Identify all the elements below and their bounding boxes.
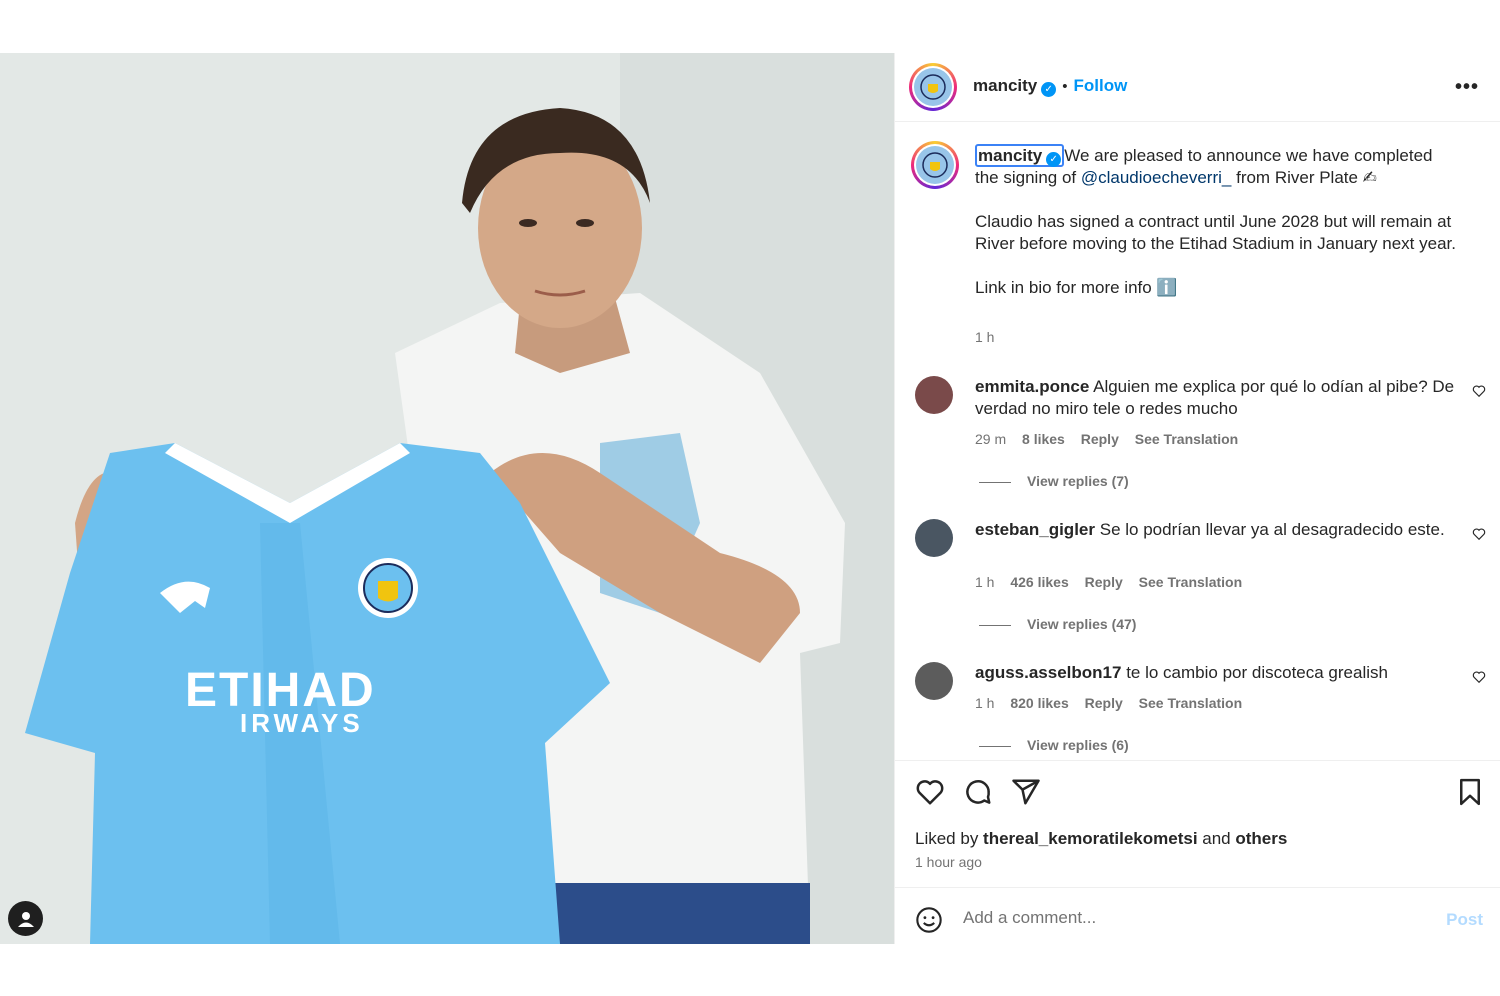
post-header: mancity ✓ • Follow ••• <box>895 53 1500 122</box>
comment-text-block: esteban_gigler Se lo podrían llevar ya a… <box>975 519 1455 541</box>
comment-reply-button[interactable]: Reply <box>1085 695 1123 711</box>
comment-meta: 1 h 426 likes Reply See Translation <box>975 574 1254 590</box>
comment-meta: 1 h 820 likes Reply See Translation <box>975 695 1254 711</box>
caption-avatar[interactable] <box>911 141 959 189</box>
more-options-icon[interactable]: ••• <box>1455 76 1479 99</box>
save-bookmark-icon[interactable] <box>1455 777 1485 807</box>
liked-by-text: Liked by thereal_kemoratilekometsi and o… <box>915 829 1287 849</box>
view-replies-button[interactable]: View replies (47) <box>979 616 1136 632</box>
comment-body: Se lo podrían llevar ya al desagradecido… <box>1099 520 1445 539</box>
comment-time[interactable]: 1 h <box>975 695 994 711</box>
comment-body: te lo cambio por discoteca grealish <box>1126 663 1388 682</box>
liked-by-mid: and <box>1197 829 1236 848</box>
like-comment-heart-icon[interactable] <box>1472 527 1486 541</box>
liked-by-user[interactable]: thereal_kemoratilekometsi <box>983 829 1198 848</box>
add-comment-bar: Post <box>895 887 1500 949</box>
caption-timestamp[interactable]: 1 h <box>975 329 994 345</box>
view-replies-label: View replies (47) <box>1027 616 1137 632</box>
club-crest-icon <box>916 146 954 184</box>
commenter-avatar[interactable] <box>915 376 953 414</box>
view-replies-label: View replies (7) <box>1027 473 1129 489</box>
post-caption: mancity ✓ We are pleased to announce we ha… <box>975 144 1465 299</box>
comment-username[interactable]: esteban_gigler <box>975 520 1095 539</box>
caption-line-1: We are pleased to announce we have compl… <box>1064 146 1433 165</box>
caption-line-2-prefix: the signing of <box>975 168 1081 187</box>
caption-paragraph-2: Claudio has signed a contract until June… <box>975 212 1456 253</box>
like-heart-icon[interactable] <box>915 777 945 807</box>
like-comment-heart-icon[interactable] <box>1472 384 1486 398</box>
commenter-avatar[interactable] <box>915 662 953 700</box>
caption-username[interactable]: mancity <box>978 146 1042 165</box>
replies-line <box>979 481 1011 483</box>
caption-line-2-suffix: from River Plate ✍ <box>1231 168 1377 187</box>
header-user-row: mancity ✓ • Follow <box>973 76 1127 97</box>
verified-badge-icon: ✓ <box>1041 82 1057 97</box>
comment-likes[interactable]: 8 likes <box>1022 431 1065 447</box>
post-image[interactable]: ETIHAD IRWAYS <box>0 53 894 944</box>
comment-reply-button[interactable]: Reply <box>1081 431 1119 447</box>
comment-text-block: emmita.ponce Alguien me explica por qué … <box>975 376 1455 420</box>
user-icon <box>17 911 34 927</box>
emoji-smiley-icon[interactable] <box>915 906 943 934</box>
replies-line <box>979 624 1011 626</box>
view-replies-label: View replies (6) <box>1027 737 1129 753</box>
post-side-panel: mancity ✓ • Follow ••• mancity ✓ We are pleas… <box>894 53 1500 944</box>
author-avatar[interactable] <box>909 63 957 111</box>
author-username[interactable]: mancity <box>973 76 1037 95</box>
comment-time[interactable]: 1 h <box>975 574 994 590</box>
comment-text-block: aguss.asselbon17 te lo cambio por discot… <box>975 662 1455 684</box>
comment-bubble-icon[interactable] <box>963 777 993 807</box>
club-crest-icon <box>914 68 952 106</box>
comment-meta: 29 m 8 likes Reply See Translation <box>975 431 1250 447</box>
caption-mention-link[interactable]: @claudioecheverri_ <box>1081 168 1232 187</box>
view-replies-button[interactable]: View replies (6) <box>979 737 1129 753</box>
view-replies-button[interactable]: View replies (7) <box>979 473 1129 489</box>
separator-dot: • <box>1062 78 1068 95</box>
caption-paragraph-3: Link in bio for more info ℹ️ <box>975 278 1178 297</box>
comment-reply-button[interactable]: Reply <box>1085 574 1123 590</box>
liked-by-others-link[interactable]: others <box>1235 829 1287 848</box>
liked-by-prefix: Liked by <box>915 829 984 848</box>
replies-line <box>979 745 1011 747</box>
comment-time[interactable]: 29 m <box>975 431 1006 447</box>
post-comment-button[interactable]: Post <box>1446 910 1483 930</box>
comment-likes[interactable]: 820 likes <box>1010 695 1068 711</box>
verified-badge-icon: ✓ <box>1046 152 1062 167</box>
post-actions: Liked by thereal_kemoratilekometsi and o… <box>895 760 1500 940</box>
see-translation-button[interactable]: See Translation <box>1139 574 1242 590</box>
see-translation-button[interactable]: See Translation <box>1135 431 1238 447</box>
comment-username[interactable]: emmita.ponce <box>975 377 1089 396</box>
commenter-avatar[interactable] <box>915 519 953 557</box>
post-timestamp[interactable]: 1 hour ago <box>915 854 982 870</box>
see-translation-button[interactable]: See Translation <box>1139 695 1242 711</box>
comment-input[interactable] <box>963 908 1403 928</box>
comment-likes[interactable]: 426 likes <box>1010 574 1068 590</box>
share-send-icon[interactable] <box>1011 777 1041 807</box>
tagged-users-button[interactable] <box>8 901 43 936</box>
like-comment-heart-icon[interactable] <box>1472 670 1486 684</box>
comment-username[interactable]: aguss.asselbon17 <box>975 663 1121 682</box>
follow-button[interactable]: Follow <box>1074 76 1128 95</box>
player-photo <box>0 53 894 944</box>
shirt-sponsor-subtext: IRWAYS <box>240 708 364 738</box>
